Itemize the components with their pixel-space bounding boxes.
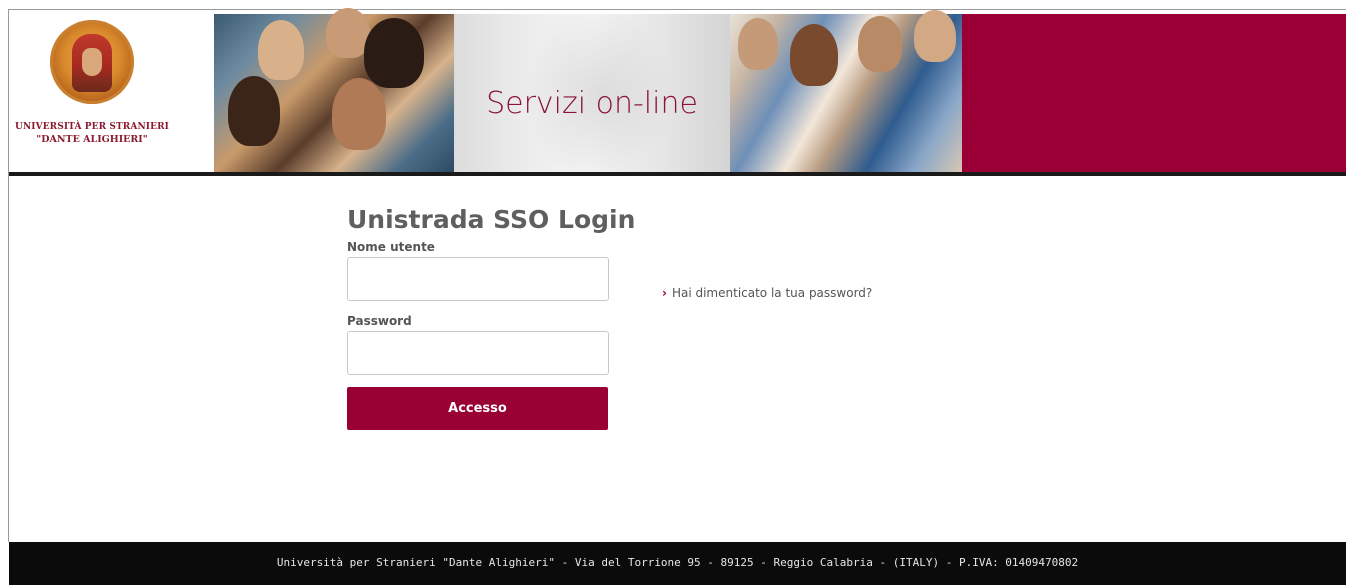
forgot-password-label: Hai dimenticato la tua password? bbox=[671, 286, 873, 300]
chevron-right-icon: › bbox=[662, 286, 667, 300]
banner-photo-students-left bbox=[214, 8, 454, 172]
password-label: Password bbox=[347, 314, 412, 328]
page-title: Unistrada SSO Login bbox=[347, 205, 636, 234]
username-label: Nome utente bbox=[347, 240, 435, 254]
logo-text-line1: UNIVERSITÀ PER STRANIERI bbox=[15, 122, 169, 132]
username-input[interactable] bbox=[347, 257, 609, 301]
logo-text-line2: "DANTE ALIGHIERI" bbox=[36, 134, 148, 145]
banner-title: Servizi on-line bbox=[486, 86, 698, 121]
password-input[interactable] bbox=[347, 331, 609, 375]
footer-address: Università per Stranieri "Dante Alighier… bbox=[276, 556, 1079, 569]
header-divider bbox=[9, 172, 1346, 176]
forgot-password-link[interactable]: › Hai dimenticato la tua password? bbox=[662, 286, 872, 300]
footer: Università per Stranieri "Dante Alighier… bbox=[9, 542, 1346, 585]
university-logo[interactable]: UNIVERSITÀ PER STRANIERI "DANTE ALIGHIER… bbox=[10, 16, 170, 156]
dante-portrait bbox=[72, 34, 112, 92]
university-seal-logo bbox=[50, 20, 134, 104]
banner-maroon-block bbox=[962, 14, 1346, 172]
banner-photo-students-right bbox=[730, 10, 962, 172]
login-submit-button[interactable]: Accesso bbox=[347, 387, 608, 430]
